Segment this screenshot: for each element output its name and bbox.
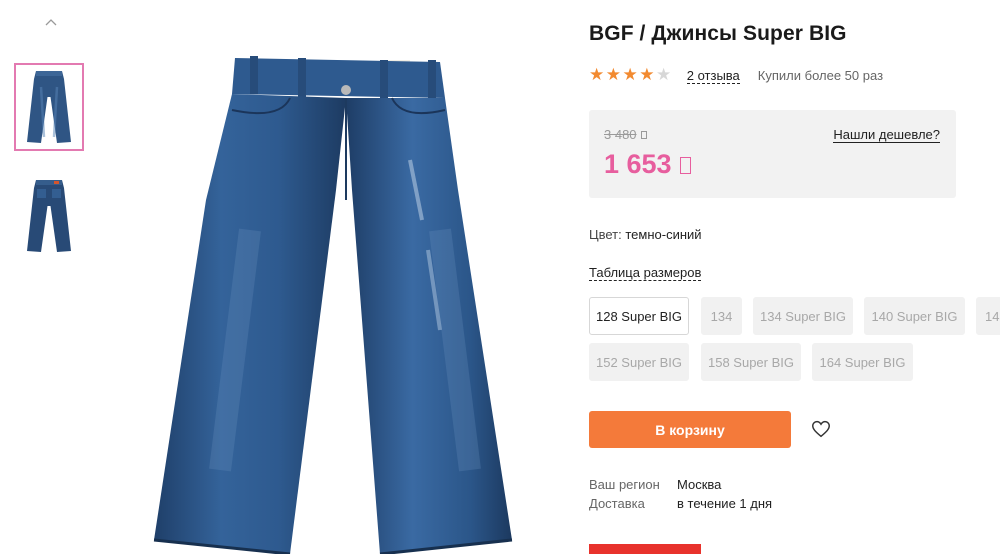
promo-banner[interactable] (589, 544, 701, 554)
old-price-value: 3 480 (604, 127, 637, 142)
color-value: темно-синий (625, 227, 702, 242)
bought-count: Купили более 50 раз (757, 68, 884, 83)
size-option[interactable]: 134 (701, 297, 742, 335)
thumbnail-front[interactable] (14, 63, 84, 151)
add-to-cart-button[interactable]: В корзину (589, 411, 791, 448)
delivery-label: Доставка (589, 496, 645, 511)
star-icon: ★ (589, 65, 605, 84)
size-option[interactable]: 140 Super BIG (864, 297, 965, 335)
size-table-link[interactable]: Таблица размеров (589, 265, 702, 281)
star-icon: ★ (605, 65, 621, 84)
size-option[interactable]: 152 Super BIG (589, 343, 689, 381)
delivery-value: в течение 1 дня (677, 496, 773, 511)
size-option[interactable]: 128 Super BIG (589, 297, 689, 335)
chevron-up-icon[interactable] (42, 14, 60, 32)
delivery-info: Ваш регион Москва Доставка в течение 1 д… (589, 475, 772, 513)
found-cheaper-link[interactable]: Нашли дешевле? (833, 127, 940, 143)
star-icon: ★ (622, 65, 638, 84)
star-icon: ★ (656, 65, 672, 84)
size-selector: 128 Super BIG 134 134 Super BIG 140 Supe… (589, 297, 1000, 387)
heart-icon[interactable] (810, 418, 832, 440)
rating-row: ★★★★★ 2 отзыва Купили более 50 раз (589, 66, 883, 85)
price-box: 3 480 Нашли дешевле? 1 653 (589, 110, 956, 198)
delivery-row: Доставка в течение 1 дня (589, 494, 772, 513)
image-gallery (0, 0, 100, 554)
ruble-icon (679, 157, 691, 174)
star-icon: ★ (639, 65, 655, 84)
size-option[interactable]: 158 Super BIG (701, 343, 801, 381)
color-info: Цвет: темно-синий (589, 227, 702, 242)
current-price: 1 653 (604, 149, 691, 180)
region-value[interactable]: Москва (677, 477, 721, 492)
ruble-icon (640, 131, 647, 139)
reviews-link[interactable]: 2 отзыва (686, 68, 740, 84)
product-title: BGF / Джинсы Super BIG (589, 22, 847, 45)
current-price-value: 1 653 (604, 149, 672, 179)
old-price: 3 480 (604, 127, 647, 142)
size-option[interactable]: 146 (976, 297, 1000, 335)
region-row: Ваш регион Москва (589, 475, 772, 494)
rating-stars: ★★★★★ (589, 66, 673, 85)
jeans-back-thumbnail-image (27, 180, 71, 252)
product-main-image[interactable] (140, 50, 530, 554)
product-info: BGF / Джинсы Super BIG ★★★★★ 2 отзыва Ку… (589, 0, 1000, 554)
color-label: Цвет: (589, 227, 622, 242)
size-option[interactable]: 134 Super BIG (753, 297, 853, 335)
size-option[interactable]: 164 Super BIG (812, 343, 913, 381)
thumbnail-back[interactable] (14, 172, 84, 260)
jeans-thumbnail-image (27, 71, 71, 143)
region-label: Ваш регион (589, 477, 660, 492)
